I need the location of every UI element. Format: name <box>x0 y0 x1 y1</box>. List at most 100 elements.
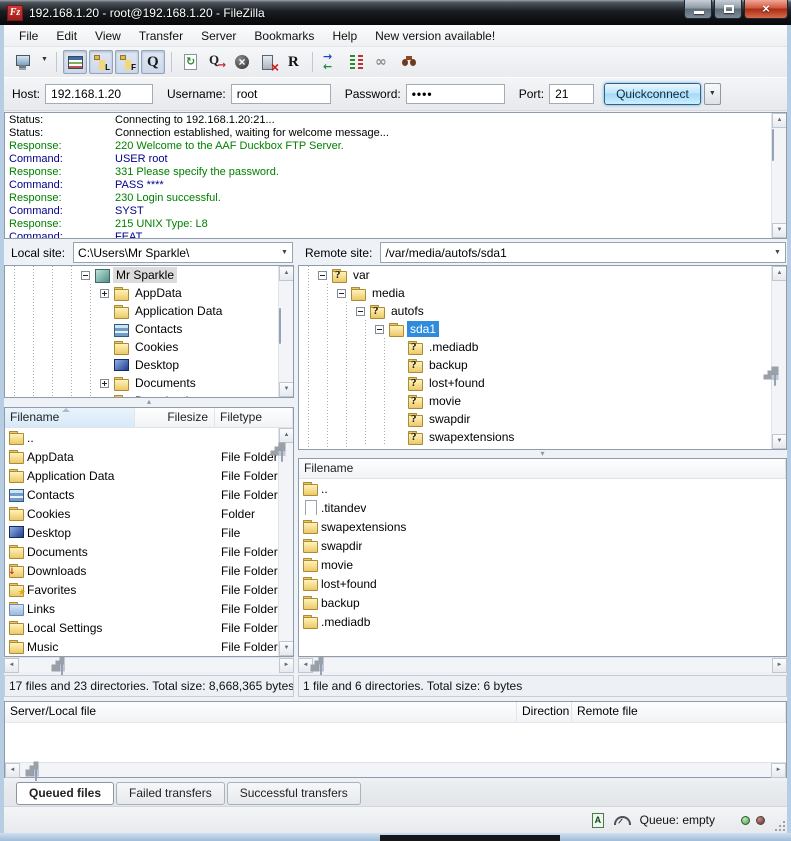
plus-expander-icon[interactable] <box>100 379 109 388</box>
scroll-up-arrow-icon[interactable]: ▲ <box>772 266 787 281</box>
scroll-down-arrow-icon[interactable]: ▼ <box>279 382 294 397</box>
toggle-message-log-button[interactable] <box>63 50 87 74</box>
local-list-scroll-thumb[interactable] <box>281 443 283 462</box>
host-input[interactable] <box>45 84 153 104</box>
log-scrollbar[interactable]: ▲ ▼ <box>771 113 786 238</box>
quickconnect-button[interactable]: Quickconnect <box>604 83 701 105</box>
remote-path-combobox[interactable]: ▼ <box>380 242 786 263</box>
scroll-down-arrow-icon[interactable]: ▼ <box>279 641 294 656</box>
queue-horizontal-scrollbar[interactable]: ◄ ► <box>5 762 786 777</box>
remote-path-input[interactable] <box>381 246 770 260</box>
titlebar[interactable]: Fz 192.168.1.20 - root@192.168.1.20 - Fi… <box>0 0 791 25</box>
local-tree-scroll-thumb[interactable] <box>279 308 281 344</box>
username-input[interactable] <box>231 84 331 104</box>
menu-item-new-version-available[interactable]: New version available! <box>366 26 504 46</box>
column-header-filetype[interactable]: Filetype <box>215 408 293 427</box>
directory-comparison-button[interactable] <box>345 50 369 74</box>
tree-item-application-data[interactable]: Application Data <box>5 302 293 320</box>
file-row-links[interactable]: LinksFile Folder <box>5 599 293 618</box>
column-header-filesize[interactable]: Filesize <box>135 408 215 427</box>
file-row-lost-found[interactable]: lost+found <box>299 574 786 593</box>
file-row-swapextensions[interactable]: swapextensions <box>299 517 786 536</box>
file-row-swapdir[interactable]: swapdir <box>299 536 786 555</box>
file-row-contacts[interactable]: ContactsFile Folder <box>5 485 293 504</box>
port-input[interactable] <box>549 84 594 104</box>
reconnect-button[interactable] <box>282 50 306 74</box>
tree-item-movie[interactable]: ?movie <box>299 392 786 410</box>
queue-column-remote-file[interactable]: Remote file <box>572 702 786 722</box>
tree-item-backup[interactable]: ?backup <box>299 356 786 374</box>
find-files-button[interactable] <box>397 50 421 74</box>
toggle-queue-button[interactable] <box>141 50 165 74</box>
file-row-mediadb[interactable]: .mediadb <box>299 612 786 631</box>
queue-column-server-local-file[interactable]: Server/Local file <box>5 702 517 722</box>
scroll-down-arrow-icon[interactable]: ▼ <box>772 434 787 449</box>
minus-expander-icon[interactable] <box>81 271 90 280</box>
scroll-left-arrow-icon[interactable]: ◄ <box>298 658 313 673</box>
file-row-titandev[interactable]: .titandev <box>299 498 786 517</box>
toggle-local-tree-button[interactable] <box>89 50 113 74</box>
cancel-button[interactable] <box>230 50 254 74</box>
scroll-up-arrow-icon[interactable]: ▲ <box>772 113 787 128</box>
scroll-left-arrow-icon[interactable]: ◄ <box>4 658 19 673</box>
menu-item-view[interactable]: View <box>86 26 130 46</box>
tree-item-var[interactable]: ?var <box>299 266 786 284</box>
password-input[interactable] <box>406 84 505 104</box>
scroll-up-arrow-icon[interactable]: ▲ <box>279 266 294 281</box>
tree-item-mediadb[interactable]: ?.mediadb <box>299 338 786 356</box>
minus-expander-icon[interactable] <box>375 325 384 334</box>
tree-item-sda1[interactable]: sda1 <box>299 320 786 338</box>
refresh-button[interactable] <box>178 50 202 74</box>
disconnect-button[interactable] <box>256 50 280 74</box>
file-row-movie[interactable]: movie <box>299 555 786 574</box>
menu-item-transfer[interactable]: Transfer <box>130 26 192 46</box>
plus-expander-icon[interactable] <box>100 289 109 298</box>
column-header-filename[interactable]: Filename <box>299 459 786 478</box>
file-row-documents[interactable]: DocumentsFile Folder <box>5 542 293 561</box>
tree-item-swapextensions[interactable]: ?swapextensions <box>299 428 786 446</box>
tree-item-mr-sparkle[interactable]: Mr Sparkle <box>5 266 293 284</box>
scroll-up-arrow-icon[interactable]: ▲ <box>279 428 294 443</box>
quickconnect-dropdown-button[interactable]: ▼ <box>704 83 721 105</box>
tree-item-appdata[interactable]: AppData <box>5 284 293 302</box>
file-row-favorites[interactable]: ★FavoritesFile Folder <box>5 580 293 599</box>
combo-dropdown-icon[interactable]: ▼ <box>770 243 785 262</box>
scroll-right-arrow-icon[interactable]: ► <box>279 658 294 673</box>
column-header-filename[interactable]: Filename <box>5 408 135 427</box>
tree-item-documents[interactable]: Documents <box>5 374 293 392</box>
tree-item-contacts[interactable]: Contacts <box>5 320 293 338</box>
local-list-scrollbar[interactable]: ▲ ▼ <box>278 428 293 656</box>
menu-item-edit[interactable]: Edit <box>47 26 86 46</box>
menu-item-help[interactable]: Help <box>323 26 366 46</box>
local-path-combobox[interactable]: ▼ <box>73 242 293 263</box>
tree-item-media[interactable]: media <box>299 284 786 302</box>
synchronized-browsing-button[interactable] <box>371 50 395 74</box>
maximize-button[interactable] <box>714 0 742 19</box>
tab-queued-files[interactable]: Queued files <box>16 782 114 805</box>
minus-expander-icon[interactable] <box>318 271 327 280</box>
menu-item-bookmarks[interactable]: Bookmarks <box>245 26 323 46</box>
queue-hscroll-thumb[interactable] <box>35 763 37 782</box>
process-queue-button[interactable] <box>204 50 228 74</box>
file-row-music[interactable]: MusicFile Folder <box>5 637 293 656</box>
local-horizontal-scrollbar[interactable]: ◄ ► <box>4 657 294 672</box>
scroll-right-arrow-icon[interactable]: ► <box>771 763 786 778</box>
local-splitter[interactable]: ▴ <box>4 398 294 407</box>
file-row-downloads[interactable]: ↓DownloadsFile Folder <box>5 561 293 580</box>
file-row-local-settings[interactable]: Local SettingsFile Folder <box>5 618 293 637</box>
site-manager-button[interactable] <box>11 50 35 74</box>
scroll-left-arrow-icon[interactable]: ◄ <box>5 763 20 778</box>
file-row-backup[interactable]: backup <box>299 593 786 612</box>
scroll-down-arrow-icon[interactable]: ▼ <box>772 223 787 238</box>
resize-grip[interactable] <box>773 819 787 833</box>
tree-item-swapdir[interactable]: ?swapdir <box>299 410 786 428</box>
local-path-input[interactable] <box>74 246 277 260</box>
file-row-[interactable]: .. <box>5 428 293 447</box>
tab-failed-transfers[interactable]: Failed transfers <box>116 782 225 805</box>
minimize-button[interactable] <box>684 0 712 19</box>
minus-expander-icon[interactable] <box>337 289 346 298</box>
scroll-right-arrow-icon[interactable]: ► <box>772 658 787 673</box>
toggle-remote-tree-button[interactable] <box>115 50 139 74</box>
menu-item-file[interactable]: File <box>10 26 47 46</box>
file-row-[interactable]: .. <box>299 479 786 498</box>
